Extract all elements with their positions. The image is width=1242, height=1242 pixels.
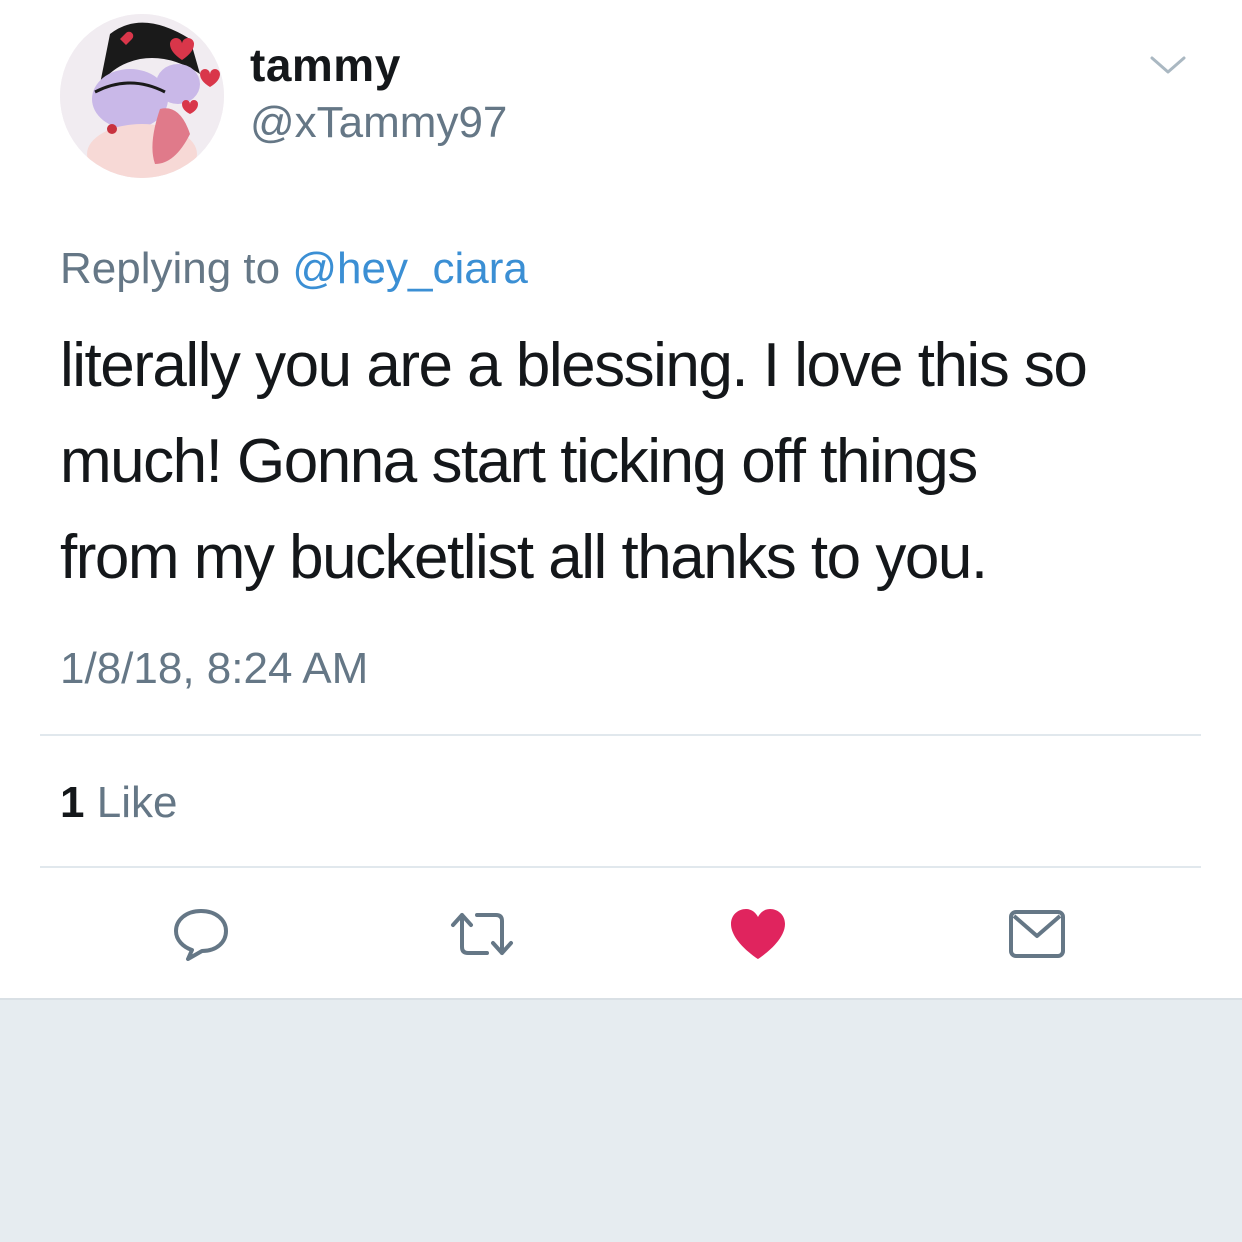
- like-label: Like: [96, 778, 178, 827]
- direct-message-icon: [1009, 910, 1065, 958]
- tweet-detail: tammy @xTammy97 Replying to @hey_ciara l…: [0, 0, 1242, 998]
- heart-icon: [731, 909, 785, 959]
- like-button[interactable]: [722, 898, 794, 970]
- replying-to-label: Replying to: [60, 244, 281, 293]
- direct-message-button[interactable]: [1001, 898, 1073, 970]
- retweet-button[interactable]: [446, 898, 518, 970]
- tweet-text-line: literally you are a blessing. I love thi…: [60, 331, 1088, 400]
- divider: [40, 866, 1201, 868]
- retweet-icon: [451, 913, 513, 955]
- avatar-image: [60, 14, 224, 178]
- likes-stat[interactable]: 1 Like: [60, 778, 177, 828]
- display-name[interactable]: tammy: [250, 38, 401, 92]
- tweet-text-line: much! Gonna start ticking off things: [60, 427, 978, 496]
- replying-to: Replying to @hey_ciara: [60, 244, 528, 294]
- avatar[interactable]: [60, 14, 224, 178]
- tweet-text-line: from my bucketlist all thanks to you.: [60, 523, 988, 592]
- like-count: 1: [60, 778, 85, 827]
- tweet-timestamp[interactable]: 1/8/18, 8:24 AM: [60, 644, 368, 694]
- user-handle[interactable]: @xTammy97: [250, 98, 507, 148]
- chevron-down-icon[interactable]: [1148, 50, 1188, 80]
- reply-icon: [174, 909, 228, 961]
- reply-mention-link[interactable]: @hey_ciara: [292, 244, 527, 293]
- reply-button[interactable]: [165, 898, 237, 970]
- tweet-text: literally you are a blessing. I love thi…: [60, 318, 1200, 606]
- divider: [40, 734, 1201, 736]
- below-tweet-area: [0, 998, 1242, 1242]
